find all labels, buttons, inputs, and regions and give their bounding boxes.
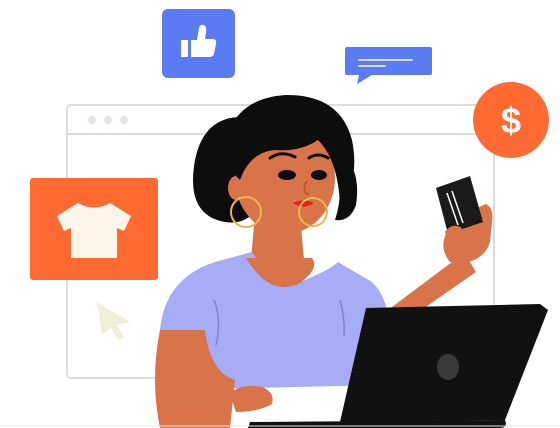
product-card xyxy=(30,178,158,280)
price-badge: $ xyxy=(473,82,549,158)
chat-bubble xyxy=(345,47,432,84)
laptop-logo xyxy=(437,354,459,380)
ear xyxy=(228,176,244,200)
like-badge xyxy=(162,9,235,78)
online-shopping-illustration: $ xyxy=(0,9,560,428)
browser-dot-1 xyxy=(88,116,96,124)
dollar-sign-icon: $ xyxy=(501,100,521,141)
left-hand xyxy=(230,385,273,412)
browser-dot-3 xyxy=(120,116,128,124)
browser-dot-2 xyxy=(104,116,112,124)
eye-right xyxy=(311,170,327,180)
eye-left xyxy=(278,170,296,180)
laptop-base xyxy=(248,420,506,428)
illustration: $ xyxy=(0,0,560,428)
